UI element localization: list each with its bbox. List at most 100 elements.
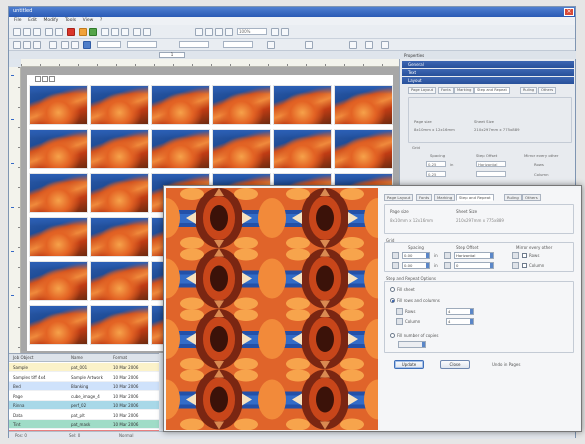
scissors-icon[interactable] [281,28,289,36]
prop-spacing-1[interactable]: 0.25 [426,161,446,167]
update-button[interactable]: Update [394,360,424,369]
ellipse-tool-icon[interactable] [23,41,31,49]
columns-input[interactable]: 4 [446,318,474,325]
layer-row[interactable]: Rinna perf_02 10 Mar 2006 [9,401,159,410]
width-field[interactable] [179,41,209,48]
thumbnail-copy[interactable] [29,305,88,345]
sheet-tab[interactable] [49,76,55,82]
barcode-tool-icon[interactable] [71,41,79,49]
arrange-icon[interactable] [83,41,91,49]
horizontal-spacing-input[interactable]: 0.00 [402,252,430,259]
step-offset-select[interactable]: Horizontal [454,252,494,259]
thumbnail-copy[interactable] [90,173,149,213]
thumbnail-copy[interactable] [90,305,149,345]
mirror-cols-checkbox[interactable] [522,263,527,268]
menu-modify[interactable]: Modify [43,17,58,25]
x-field[interactable] [97,41,121,48]
prop-tab-marking[interactable]: Marking [454,87,475,94]
thumbnail-copy[interactable] [151,129,210,169]
height-field[interactable] [223,41,253,48]
menu-edit[interactable]: Edit [28,17,37,25]
image-tool-icon[interactable] [61,41,69,49]
y-field[interactable] [127,41,157,48]
sheet-tab[interactable] [35,76,41,82]
tab-others[interactable]: Others [522,194,541,201]
rect-tool-icon[interactable] [13,41,21,49]
tab-page-layout[interactable]: Page Layout [384,194,414,201]
col-header-format[interactable]: Format [113,355,127,360]
thumbnail-copy[interactable] [29,129,88,169]
thumbnail-copy[interactable] [273,85,332,125]
thumbnail-copy[interactable] [90,217,149,257]
section-general[interactable]: General [402,61,574,68]
tab-marking[interactable]: Marking [434,194,456,201]
col-header-object[interactable]: Job Object [13,355,33,360]
thumbnail-copy[interactable] [212,85,271,125]
open-icon[interactable] [23,28,31,36]
prop-spacing-2[interactable]: 0.25 [426,171,446,177]
new-icon[interactable] [13,28,21,36]
group-icon[interactable] [365,41,373,49]
thumbnail-copy[interactable] [29,173,88,213]
mirror-rows-checkbox[interactable] [522,253,527,258]
vertical-spacing-input[interactable]: 0.00 [402,262,430,269]
menu-file[interactable]: File [14,17,22,25]
prop-offset-value[interactable] [476,171,506,177]
tab-step-and-repeat[interactable]: Step and Repeat [456,194,494,201]
save-icon[interactable] [33,28,41,36]
tab-fonts[interactable]: Fonts [416,194,433,201]
menu-help[interactable]: ? [100,17,102,25]
lock-icon[interactable] [267,41,275,49]
thumbnail-copy[interactable] [90,85,149,125]
distribute-icon[interactable] [143,28,151,36]
flip-icon[interactable] [349,41,357,49]
fill-sheet-radio[interactable] [390,287,395,292]
zoom-icon[interactable] [225,28,233,36]
thumbnail-copy[interactable] [29,85,88,125]
fit-icon[interactable] [271,28,279,36]
tab-ruling[interactable]: Ruling [504,194,522,201]
thumbnail-copy[interactable] [29,261,88,301]
prop-tab-page-layout[interactable]: Page Layout [408,87,437,94]
grid-icon[interactable] [101,28,109,36]
menu-tools[interactable]: Tools [65,17,76,25]
print-icon[interactable] [55,28,63,36]
prop-tab-others[interactable]: Others [538,87,557,94]
import-icon[interactable] [45,28,53,36]
pointer-icon[interactable] [195,28,203,36]
thumbnail-copy[interactable] [90,129,149,169]
page-tab[interactable]: 1 [159,52,185,58]
line-tool-icon[interactable] [33,41,41,49]
prop-tab-step-repeat[interactable]: Step and Repeat [474,87,510,94]
layer-row[interactable]: Page cube_image_4 10 Mar 2006 [9,391,159,401]
thumbnail-copy[interactable] [334,129,393,169]
section-text[interactable]: Text [402,69,574,76]
thumbnail-copy[interactable] [29,217,88,257]
text-tool-icon[interactable] [49,41,57,49]
layer-row[interactable]: Sample pat_001 10 Mar 2006 [9,363,159,372]
window-close-button[interactable]: × [564,8,574,16]
layout-icon[interactable] [111,28,119,36]
thumbnail-copy[interactable] [151,85,210,125]
zoom-field[interactable]: 100% [237,28,267,35]
sheet-tab[interactable] [42,76,48,82]
rotate-icon[interactable] [305,41,313,49]
layer-row[interactable]: Bed Blanking 10 Mar 2006 [9,382,159,391]
thumbnail-copy[interactable] [334,85,393,125]
step-offset-input[interactable]: 0 [454,262,494,269]
ungroup-icon[interactable] [381,41,389,49]
table-icon[interactable] [121,28,129,36]
color-icon[interactable] [79,28,87,36]
thumbnail-copy[interactable] [273,129,332,169]
col-header-name[interactable]: Name [71,355,83,360]
align-icon[interactable] [133,28,141,36]
fill-number-radio[interactable] [390,333,395,338]
close-button[interactable]: Close [440,360,470,369]
thumbnail-copy[interactable] [212,129,271,169]
layer-row[interactable]: Samples tiff 4x4 Sample Artwork 10 Mar 200… [9,372,159,382]
pen-icon[interactable] [215,28,223,36]
prop-offset-select[interactable]: Horizontal [476,161,506,167]
layer-row[interactable]: Tint pat_mask 10 Mar 2006 [9,420,159,429]
section-layout[interactable]: Layout [402,77,574,84]
copies-input[interactable] [398,341,426,348]
